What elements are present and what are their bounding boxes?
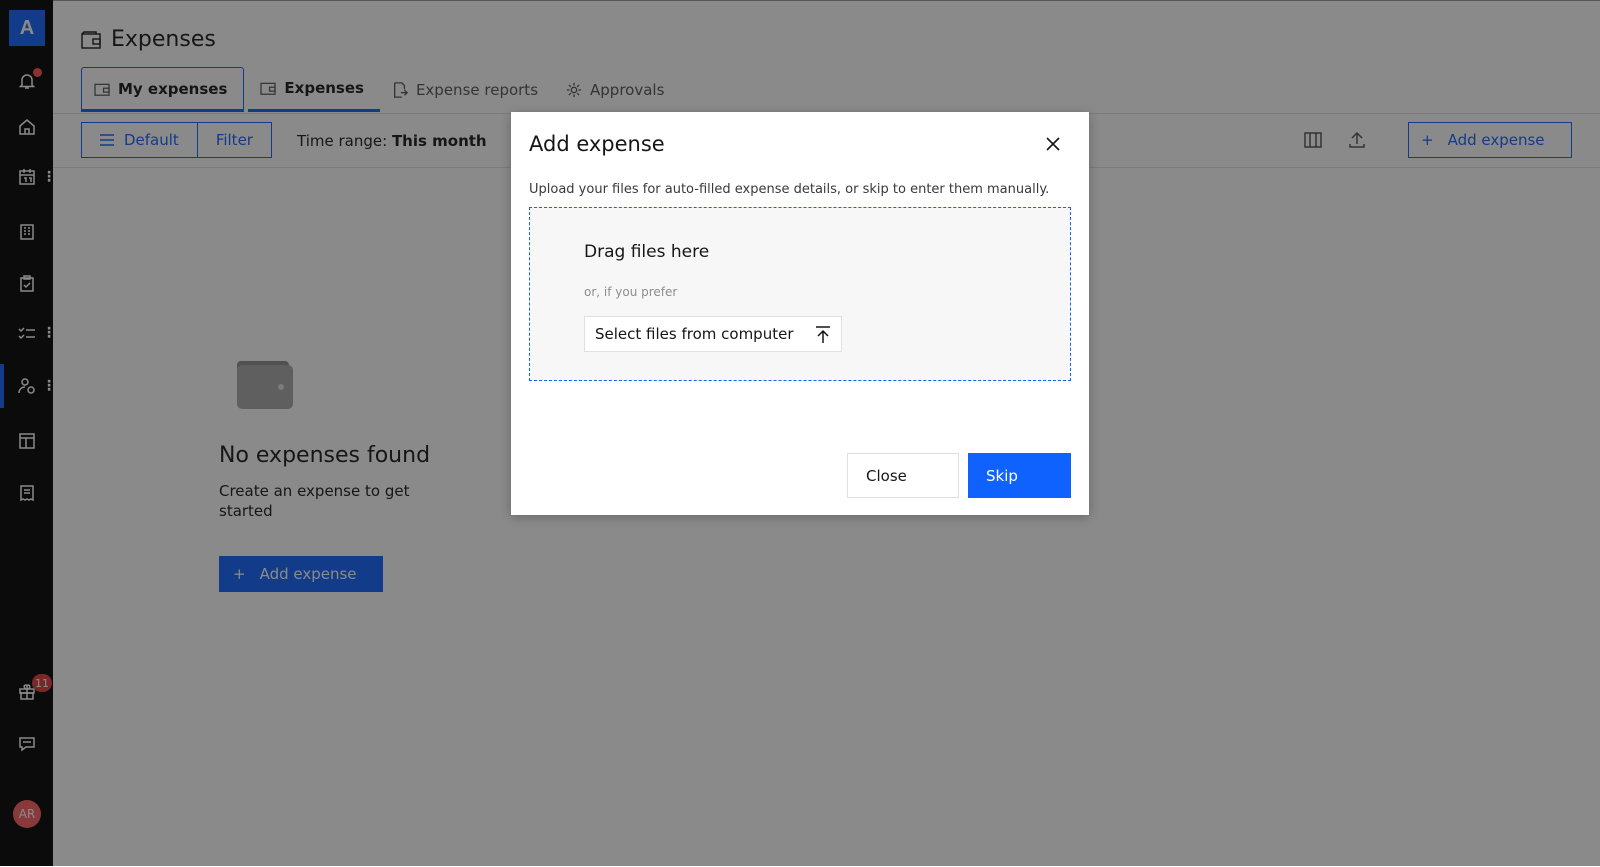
modal-description: Upload your files for auto-filled expens… bbox=[529, 182, 1050, 197]
select-files-label: Select files from computer bbox=[595, 325, 794, 343]
close-icon bbox=[1046, 137, 1060, 151]
file-dropzone[interactable]: Drag files here or, if you prefer Select… bbox=[529, 207, 1071, 381]
select-files-button[interactable]: Select files from computer bbox=[584, 316, 842, 352]
add-expense-modal: Add expense Upload your files for auto-f… bbox=[511, 112, 1089, 515]
dropzone-title: Drag files here bbox=[584, 242, 710, 262]
dropzone-subtitle: or, if you prefer bbox=[584, 285, 678, 299]
skip-button[interactable]: Skip bbox=[968, 453, 1071, 498]
close-button[interactable]: Close bbox=[847, 453, 959, 498]
modal-title: Add expense bbox=[529, 132, 665, 156]
modal-close-button[interactable] bbox=[1037, 128, 1069, 160]
upload-arrow-icon bbox=[816, 326, 830, 343]
